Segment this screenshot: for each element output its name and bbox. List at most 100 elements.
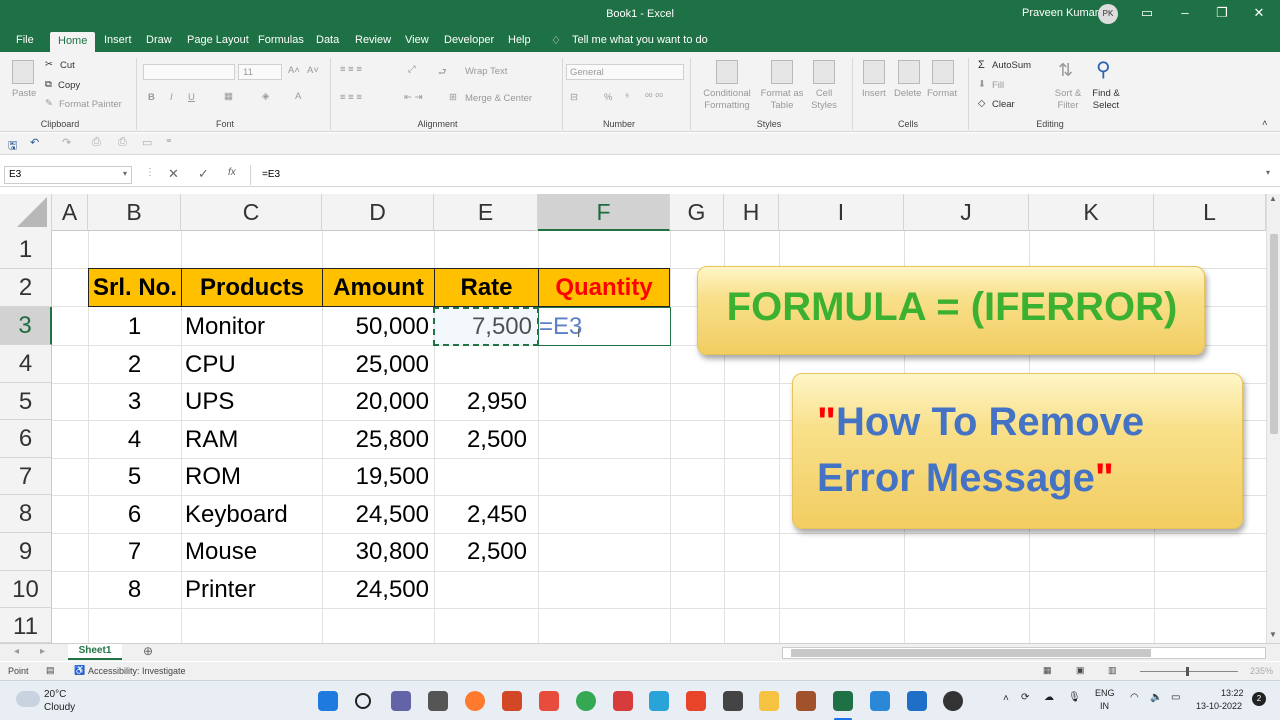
row-header-4[interactable]: 4 [0,345,52,383]
tray-expand-icon[interactable]: ˄ [1003,693,1009,704]
cell-b9[interactable]: 7 [88,533,181,570]
tab-developer[interactable]: Developer [444,34,494,46]
insert-cells-icon[interactable] [863,60,885,84]
avatar[interactable]: PK [1098,4,1118,24]
decimal-icon[interactable]: ⁰⁰ ⁰⁰ [645,92,663,103]
quick-print-icon[interactable]: ⎙ [118,136,127,149]
underline-button[interactable]: U [188,92,195,103]
format-painter-button[interactable]: Format Painter [59,99,122,110]
conditional-formatting-button[interactable]: Conditional Formatting [700,88,754,112]
column-header-d[interactable]: D [322,194,434,231]
maps-pin-icon[interactable] [539,691,559,711]
redo-icon[interactable]: ↷ [62,136,71,149]
zoom-slider-thumb[interactable] [1186,667,1189,676]
undo-icon[interactable]: ↶ [30,136,39,149]
microphone-icon[interactable]: 🎙 [1068,692,1081,703]
column-header-h[interactable]: H [724,194,779,231]
cell-d10[interactable]: 24,500 [322,571,429,608]
align-left-icon[interactable]: ≡ ≡ ≡ [340,92,362,103]
sort-filter-icon[interactable]: ⇅ [1058,60,1073,81]
browser-icon[interactable] [649,691,669,711]
tray-app-icon[interactable]: ⟳ [1021,692,1029,703]
active-cell-f3[interactable] [538,307,671,346]
onedrive-icon[interactable]: ☁ [1044,692,1054,703]
cell-c4[interactable]: CPU [185,346,236,383]
cell-e6[interactable]: 2,500 [434,421,527,458]
chrome-icon[interactable] [576,691,596,711]
tab-data[interactable]: Data [316,34,339,46]
tab-help[interactable]: Help [508,34,531,46]
header-products[interactable]: Products [181,268,323,307]
tab-formulas[interactable]: Formulas [258,34,304,46]
excel-taskbar-icon[interactable] [833,691,853,711]
tab-draw[interactable]: Draw [146,34,172,46]
folder-icon[interactable] [759,691,779,711]
formula-input[interactable]: =E3 [262,169,280,180]
cell-d5[interactable]: 20,000 [322,383,429,420]
cell-styles-button[interactable]: Cell Styles [806,88,842,112]
tell-me-search[interactable]: Tell me what you want to do [572,34,708,46]
row-header-5[interactable]: 5 [0,383,52,420]
cell-c7[interactable]: ROM [185,458,241,495]
clear-button[interactable]: Clear [992,99,1015,110]
row-header-2[interactable]: 2 [0,269,52,307]
name-box[interactable]: E3 [4,166,132,184]
scroll-up-icon[interactable]: ▲ [1269,194,1277,203]
cell-b6[interactable]: 4 [88,421,181,458]
cell-b5[interactable]: 3 [88,383,181,420]
cell-e5[interactable]: 2,950 [434,383,527,420]
firefox-icon[interactable] [465,691,485,711]
cell-d9[interactable]: 30,800 [322,533,429,570]
cell-d8[interactable]: 24,500 [322,496,429,533]
cell-d4[interactable]: 25,000 [322,346,429,383]
scroll-down-icon[interactable]: ▼ [1269,630,1277,639]
cell-d7[interactable]: 19,500 [322,458,429,495]
minimize-icon[interactable]: – [1175,5,1195,20]
find-select-button[interactable]: Find & Select [1086,88,1126,112]
cell-b7[interactable]: 5 [88,458,181,495]
row-header-6[interactable]: 6 [0,420,52,458]
cell-c8[interactable]: Keyboard [185,496,288,533]
weather-condition[interactable]: Cloudy [44,702,75,713]
cut-button[interactable]: Cut [60,60,75,71]
page-layout-view-icon[interactable]: ▣ [1076,665,1085,676]
format-cells-button[interactable]: Format [927,88,957,99]
comma-icon[interactable]: ⁹ [625,92,629,103]
row-header-11[interactable]: 11 [0,608,52,643]
column-header-f[interactable]: F [538,194,670,231]
sheet-tab-sheet1[interactable]: Sheet1 [68,644,122,660]
font-color-icon[interactable]: A [295,91,301,102]
paste-button[interactable]: Paste [12,88,36,99]
temperature[interactable]: 20°C [44,689,66,700]
search-icon[interactable] [355,693,371,709]
header-amount[interactable]: Amount [322,268,435,307]
italic-button[interactable]: I [170,92,173,103]
store-icon[interactable] [907,691,927,711]
cell-e8[interactable]: 2,450 [434,496,527,533]
delete-cells-icon[interactable] [898,60,920,84]
indent-icon[interactable]: ⇤ ⇥ [404,92,423,103]
tab-review[interactable]: Review [355,34,391,46]
column-header-b[interactable]: B [88,194,181,231]
horizontal-scroll-thumb[interactable] [791,649,1151,657]
autosum-button[interactable]: AutoSum [992,60,1031,71]
row-header-10[interactable]: 10 [0,571,52,608]
macro-icon[interactable]: ▤ [46,665,55,676]
delete-cells-button[interactable]: Delete [894,88,921,99]
merge-center-button[interactable]: Merge & Center [465,93,532,104]
cell-b4[interactable]: 2 [88,346,181,383]
bold-button[interactable]: B [148,92,155,103]
format-as-table-icon[interactable] [771,60,793,84]
volume-icon[interactable]: 🔈 [1150,692,1162,703]
collapse-ribbon-icon[interactable]: ˄ [1262,118,1268,129]
app-icon-dark[interactable] [943,691,963,711]
task-view-icon[interactable] [428,691,448,711]
pdf-icon[interactable] [686,691,706,711]
cell-b3[interactable]: 1 [88,308,181,345]
row-header-7[interactable]: 7 [0,458,52,495]
formula-title-shape[interactable]: FORMULA = (IFERROR) [697,266,1205,355]
save-icon[interactable]: 🖫 [8,137,17,156]
fill-button[interactable]: Fill [992,80,1004,91]
column-header-k[interactable]: K [1029,194,1154,231]
header-rate[interactable]: Rate [434,268,539,307]
